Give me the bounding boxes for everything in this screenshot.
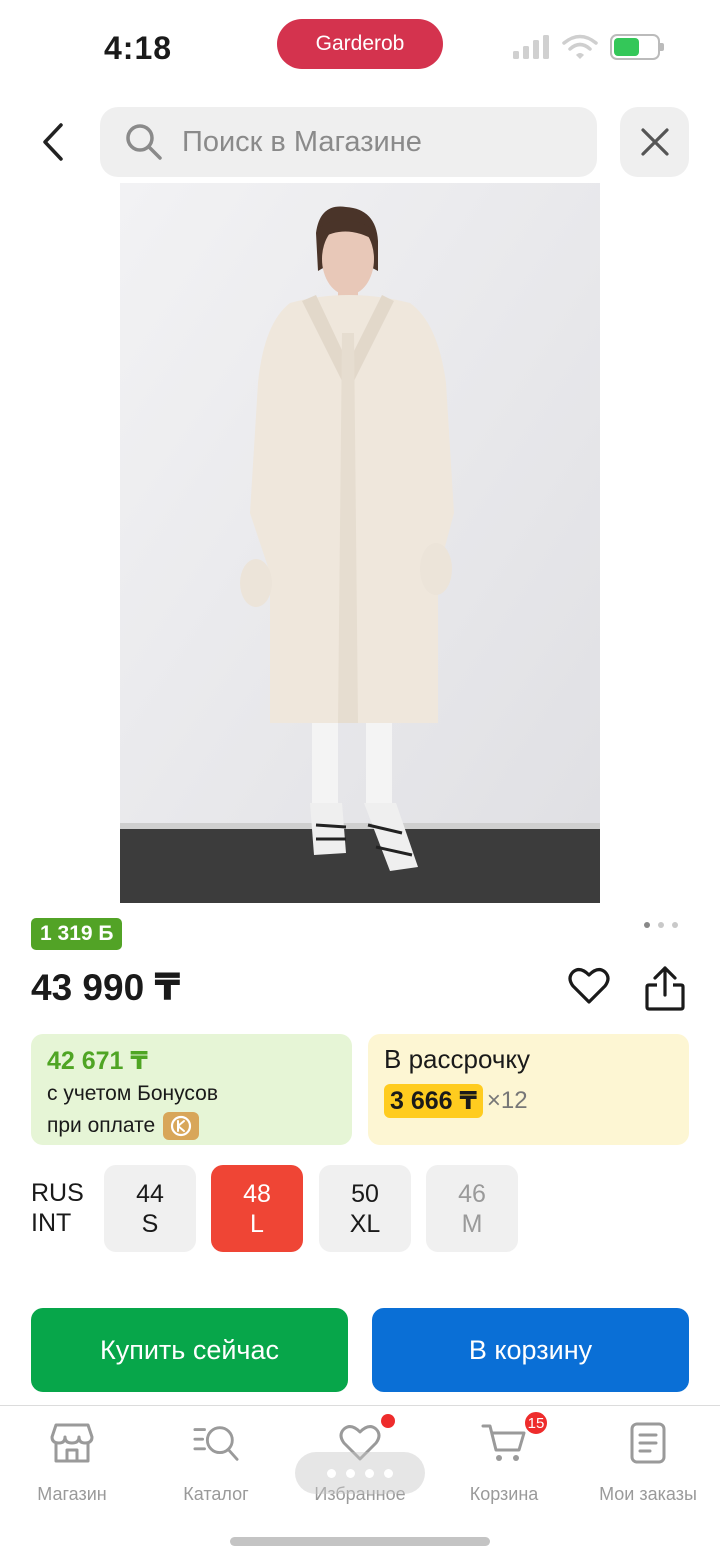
size-option-44[interactable]: 44 S bbox=[104, 1165, 196, 1252]
installment-monthly: 3 666 ₸ bbox=[384, 1084, 483, 1118]
product-photo bbox=[120, 183, 600, 903]
status-bar: 4:18 Garderob bbox=[0, 0, 720, 96]
installment-row: 3 666 ₸ ×12 bbox=[384, 1084, 673, 1118]
close-button[interactable] bbox=[620, 107, 689, 177]
installment-title: В рассрочку bbox=[384, 1044, 531, 1074]
gallery-pager bbox=[644, 922, 678, 928]
share-icon bbox=[645, 966, 685, 1011]
size-option-46[interactable]: 46 M bbox=[426, 1165, 518, 1252]
orders-icon bbox=[625, 1420, 671, 1466]
bonus-price-line2: при оплате bbox=[47, 1114, 156, 1137]
nav-item-catalog[interactable]: Каталог bbox=[144, 1420, 288, 1505]
bonus-price-line2-row: при оплате bbox=[47, 1112, 336, 1140]
chevron-left-icon bbox=[43, 123, 63, 161]
signal-icon bbox=[513, 35, 549, 59]
add-to-cart-button[interactable]: В корзину bbox=[372, 1308, 689, 1392]
size-rus: 48 bbox=[243, 1179, 271, 1208]
size-label-int: INT bbox=[31, 1209, 72, 1237]
back-button[interactable] bbox=[26, 114, 82, 170]
nav-label: Магазин bbox=[37, 1484, 107, 1504]
wifi-icon bbox=[562, 34, 598, 59]
size-rus: 44 bbox=[136, 1179, 164, 1208]
battery-level bbox=[614, 38, 640, 56]
size-system-labels: RUS INT bbox=[31, 1178, 84, 1238]
catalog-search-icon bbox=[193, 1420, 239, 1466]
nav-label: Каталог bbox=[183, 1484, 249, 1504]
product-image[interactable] bbox=[120, 183, 600, 903]
search-header: Поиск в Магазине bbox=[0, 106, 720, 178]
nav-item-store[interactable]: Магазин bbox=[0, 1420, 144, 1505]
cart-icon: 15 bbox=[481, 1410, 549, 1466]
page-indicator-overlay bbox=[295, 1452, 425, 1494]
app-pill[interactable]: Garderob bbox=[277, 19, 443, 69]
size-int: S bbox=[141, 1209, 159, 1238]
battery-icon bbox=[610, 34, 664, 60]
nav-label: Мои заказы bbox=[599, 1484, 697, 1504]
size-int: XL bbox=[349, 1209, 381, 1238]
status-icons bbox=[512, 34, 664, 60]
bonus-price-amount: 42 671 ₸ bbox=[47, 1047, 148, 1075]
bonus-price-line1: с учетом Бонусов bbox=[47, 1082, 218, 1105]
installment-multiplier: ×12 bbox=[486, 1087, 528, 1114]
pager-dot bbox=[672, 922, 678, 928]
pager-dot bbox=[658, 922, 664, 928]
size-label-rus: RUS bbox=[31, 1179, 84, 1207]
cart-count-badge: 15 bbox=[523, 1410, 549, 1436]
nav-item-orders[interactable]: Мои заказы bbox=[576, 1420, 720, 1505]
status-time: 4:18 bbox=[104, 30, 173, 66]
size-rus: 46 bbox=[458, 1179, 486, 1208]
close-icon bbox=[640, 128, 669, 156]
search-input[interactable]: Поиск в Магазине bbox=[100, 107, 597, 177]
product-price: 43 990 ₸ bbox=[31, 967, 181, 1008]
bonus-badge: 1 319 Б bbox=[31, 918, 123, 950]
store-icon bbox=[49, 1420, 95, 1466]
notification-dot bbox=[381, 1414, 395, 1428]
search-placeholder: Поиск в Магазине bbox=[182, 125, 422, 158]
size-rus: 50 bbox=[351, 1179, 379, 1208]
search-icon bbox=[126, 124, 162, 160]
size-int: L bbox=[250, 1209, 264, 1238]
nav-label: Корзина bbox=[469, 1484, 539, 1504]
home-indicator[interactable] bbox=[230, 1537, 490, 1546]
size-int: M bbox=[461, 1209, 483, 1238]
kaspi-logo-icon bbox=[163, 1112, 200, 1140]
favorite-button[interactable] bbox=[566, 963, 612, 1009]
size-option-48[interactable]: 48 L bbox=[211, 1165, 303, 1252]
nav-item-cart[interactable]: 15 Корзина bbox=[432, 1410, 576, 1505]
bonus-price-card[interactable]: 42 671 ₸ с учетом Бонусов при оплате bbox=[31, 1034, 352, 1145]
buy-now-button[interactable]: Купить сейчас bbox=[31, 1308, 348, 1392]
heart-icon bbox=[568, 968, 610, 1004]
pager-dot bbox=[644, 922, 650, 928]
installment-card[interactable]: В рассрочку 3 666 ₸ ×12 bbox=[368, 1034, 689, 1145]
size-option-50[interactable]: 50 XL bbox=[319, 1165, 411, 1252]
share-button[interactable] bbox=[642, 963, 688, 1013]
